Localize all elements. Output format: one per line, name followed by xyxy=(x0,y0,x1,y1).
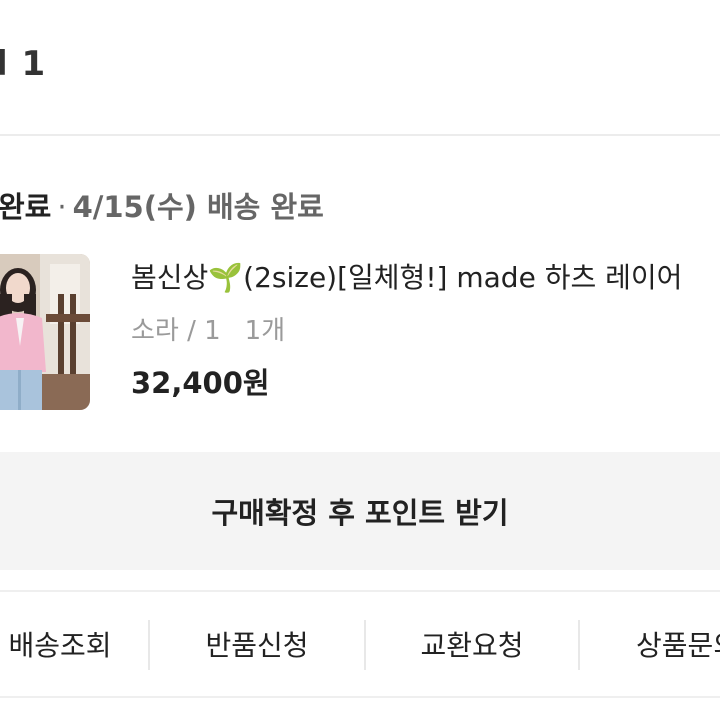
return-request-button[interactable]: 반품신청 xyxy=(150,592,364,696)
order-status: 완료 xyxy=(0,190,52,224)
sprout-icon: 🌱 xyxy=(208,261,244,294)
confirm-purchase-button[interactable]: 구매확정 후 포인트 받기 xyxy=(0,452,720,570)
status-separator: · xyxy=(57,190,67,224)
divider xyxy=(0,134,720,136)
exchange-request-button[interactable]: 교환요청 xyxy=(366,592,578,696)
delivery-date-status: 4/15(수) 배송 완료 xyxy=(72,190,324,224)
product-thumbnail[interactable] xyxy=(0,254,90,410)
product-title-prefix: 봄신상 xyxy=(131,261,209,294)
product-title[interactable]: 봄신상🌱(2size)[일체형!] made 하츠 레이어 xyxy=(131,256,682,296)
product-option: 소라 / 1 xyxy=(131,316,221,346)
product-title-suffix: (2size)[일체형!] made 하츠 레이어 xyxy=(243,261,683,294)
page-title: l 1 xyxy=(0,44,47,84)
header: l 1 xyxy=(0,0,720,134)
order-status-line: 완료 · 4/15(수) 배송 완료 xyxy=(0,184,324,226)
product-inquiry-button[interactable]: 상품문의 xyxy=(580,592,720,696)
order-action-bar: 배송조회 반품신청 교환요청 상품문의 xyxy=(0,590,720,698)
product-option-line: 소라 / 1 1개 xyxy=(131,310,285,347)
product-quantity: 1개 xyxy=(244,316,286,346)
product-price: 32,400원 xyxy=(131,366,270,400)
product-photo xyxy=(0,254,90,410)
track-delivery-button[interactable]: 배송조회 xyxy=(0,592,150,696)
